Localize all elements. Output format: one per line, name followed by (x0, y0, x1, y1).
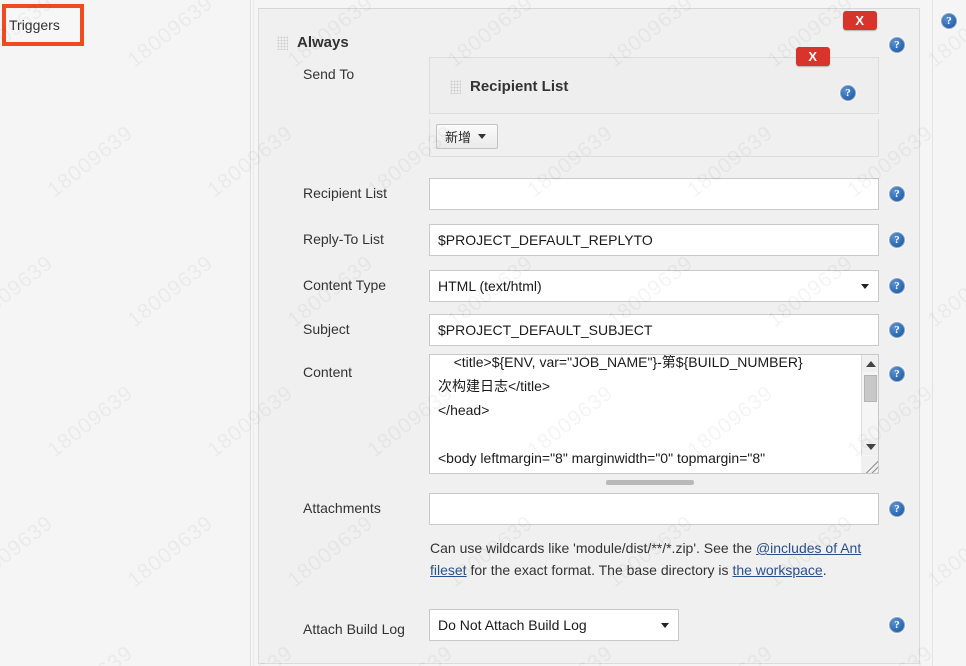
attach-build-log-select[interactable]: Do Not Attach Build Log (429, 609, 679, 641)
attachments-help-part2: for the exact format. The base directory… (466, 562, 733, 578)
horizontal-scrollbar-thumb[interactable] (606, 480, 694, 485)
reply-to-list-input[interactable] (429, 224, 879, 256)
help-icon-attach-build-log[interactable]: ? (889, 617, 905, 633)
triggers-label: Triggers (9, 17, 60, 33)
help-icon-page-level[interactable]: ? (941, 13, 957, 29)
chevron-down-icon-attach-build-log (661, 623, 669, 628)
content-label: Content (303, 364, 353, 380)
attachments-help-part3: . (822, 562, 827, 578)
add-dropdown-button[interactable]: 新增 (436, 124, 498, 149)
help-icon-content-type[interactable]: ? (889, 278, 905, 294)
help-icon-content[interactable]: ? (889, 366, 905, 382)
chevron-down-icon-content-type (861, 284, 869, 289)
scroll-down-arrow-icon[interactable] (862, 438, 878, 455)
right-rail-divider (932, 0, 933, 666)
reply-to-list-label: Reply-To List (303, 231, 384, 247)
workspace-link[interactable]: the workspace (732, 562, 822, 578)
content-type-label: Content Type (303, 277, 387, 293)
drag-handle-icon-recipient[interactable] (450, 80, 461, 94)
recipient-list-panel: Recipient List X ? (429, 47, 879, 114)
help-icon-subject[interactable]: ? (889, 322, 905, 338)
content-horizontal-scrollbar[interactable] (429, 477, 879, 487)
content-type-select[interactable]: HTML (text/html) (429, 270, 879, 302)
recipient-list-label: Recipient List (303, 185, 388, 201)
help-icon-reply-to-list[interactable]: ? (889, 232, 905, 248)
close-always-button[interactable]: X (843, 11, 877, 30)
help-icon-recipient-list[interactable]: ? (840, 85, 856, 101)
add-button-label: 新增 (445, 130, 472, 145)
help-icon-attachments[interactable]: ? (889, 501, 905, 517)
attachments-help-part1: Can use wildcards like 'module/dist/**/*… (430, 540, 756, 556)
help-icon-recipient-list-field[interactable]: ? (889, 186, 905, 202)
help-icon-always[interactable]: ? (889, 37, 905, 53)
chevron-down-icon (478, 134, 487, 139)
gutter-divider (250, 0, 251, 666)
attach-build-log-value: Do Not Attach Build Log (438, 617, 587, 633)
subject-input[interactable] (429, 314, 879, 346)
subject-label: Subject (303, 321, 350, 337)
content-type-value: HTML (text/html) (438, 278, 542, 294)
content-textarea[interactable]: <title>${ENV, var="JOB_NAME"}-第${BUILD_N… (429, 354, 879, 474)
always-panel-title: Always (297, 34, 349, 51)
attachments-help-text: Can use wildcards like 'module/dist/**/*… (430, 537, 870, 581)
drag-handle-icon[interactable] (277, 36, 288, 50)
content-vertical-scrollbar[interactable] (861, 355, 878, 473)
page-root: Triggers Always X ? Send To Recipient Li… (0, 0, 966, 666)
attachments-label: Attachments (303, 500, 381, 516)
close-recipient-list-button[interactable]: X (796, 47, 830, 66)
scroll-up-arrow-icon[interactable] (862, 355, 878, 372)
recipient-list-panel-title: Recipient List (470, 78, 569, 95)
recipient-list-input[interactable] (429, 178, 879, 210)
attachments-input[interactable] (429, 493, 879, 525)
content-textarea-value: <title>${ENV, var="JOB_NAME"}-第${BUILD_N… (438, 354, 803, 466)
resize-grip-icon[interactable] (861, 456, 878, 473)
gutter-divider-2 (253, 0, 254, 666)
left-gutter: Triggers (0, 0, 250, 666)
send-to-label: Send To (303, 66, 355, 82)
attach-build-log-label: Attach Build Log (303, 621, 405, 637)
scrollbar-thumb[interactable] (864, 375, 877, 402)
add-button-row: 新增 (429, 119, 879, 157)
always-trigger-panel: Always X ? Send To Recipient List X ? 新增… (258, 8, 920, 664)
triggers-annotation-box: Triggers (2, 4, 84, 46)
